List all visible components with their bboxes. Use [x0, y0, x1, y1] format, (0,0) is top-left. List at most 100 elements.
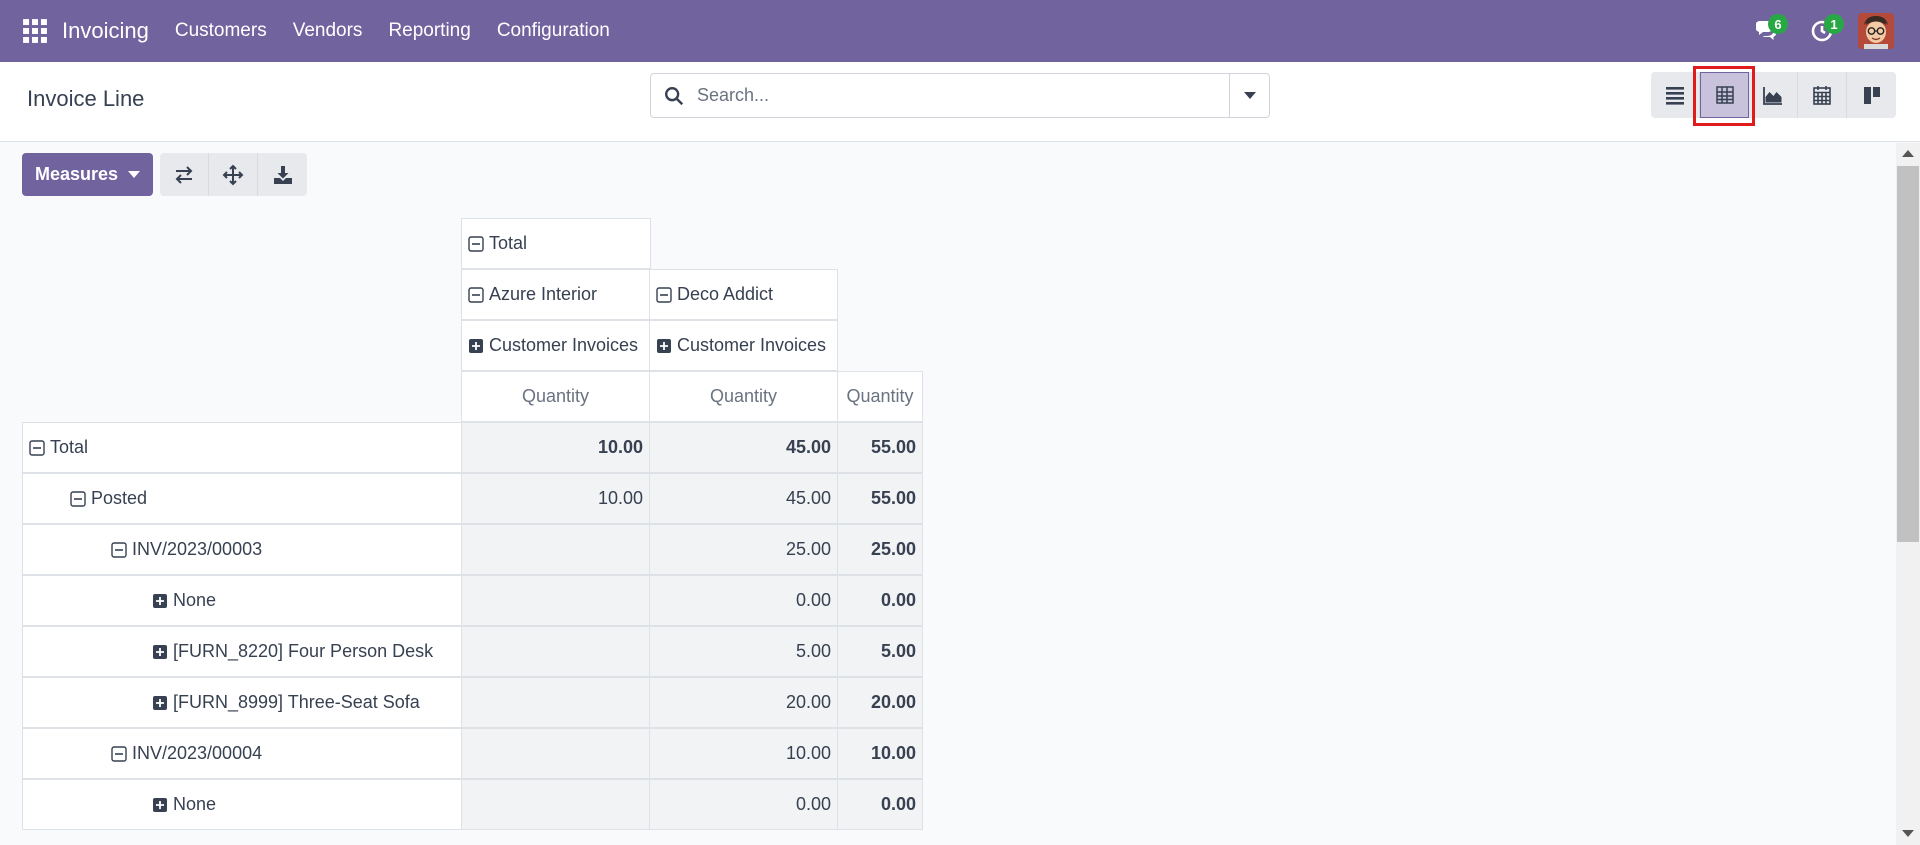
calendar-view-icon [1813, 86, 1831, 105]
collapse-icon [656, 286, 672, 303]
search-bar [650, 73, 1270, 118]
row-header[interactable]: Posted [22, 473, 462, 524]
cell-row-total[interactable]: 20.00 [837, 677, 923, 728]
download-xlsx-button[interactable] [258, 153, 307, 196]
menu-reporting[interactable]: Reporting [388, 20, 470, 42]
cell-deco-addict[interactable]: 0.00 [649, 779, 838, 830]
measures-dropdown-button[interactable]: Measures [22, 153, 153, 196]
page-title: Invoice Line [27, 86, 145, 111]
expand-all-icon [222, 164, 244, 185]
collapse-icon [111, 745, 127, 762]
search-icon [651, 74, 697, 117]
row-header[interactable]: None [22, 779, 462, 830]
cell-azure-interior[interactable] [461, 677, 650, 728]
activities-badge: 1 [1824, 14, 1844, 34]
flip-axis-icon [175, 165, 193, 184]
menu-configuration[interactable]: Configuration [497, 20, 610, 42]
collapse-icon [29, 439, 45, 456]
cell-deco-addict[interactable]: 20.00 [649, 677, 838, 728]
col-header-customer-invoices-azure[interactable]: Customer Invoices [461, 320, 650, 371]
scroll-up-arrow[interactable] [1902, 150, 1914, 157]
cell-row-total[interactable]: 25.00 [837, 524, 923, 575]
row-header-label: Posted [91, 488, 148, 508]
flip-axis-button[interactable] [160, 153, 209, 196]
pivot-view-button[interactable] [1700, 72, 1749, 118]
cell-azure-interior[interactable] [461, 626, 650, 677]
app-brand[interactable]: Invoicing [62, 18, 149, 44]
expand-icon [152, 797, 168, 813]
measure-header-quantity[interactable]: Quantity [649, 371, 838, 422]
cell-deco-addict[interactable]: 45.00 [649, 473, 838, 524]
cell-azure-interior[interactable]: 10.00 [461, 422, 650, 473]
scrollbar-thumb[interactable] [1897, 166, 1919, 542]
cell-azure-interior[interactable] [461, 728, 650, 779]
expand-icon [468, 338, 484, 354]
list-view-button[interactable] [1651, 72, 1700, 118]
scroll-down-arrow[interactable] [1902, 830, 1914, 837]
cell-azure-interior[interactable] [461, 575, 650, 626]
expand-all-button[interactable] [209, 153, 258, 196]
pivot-tools [160, 153, 307, 196]
calendar-view-button[interactable] [1798, 72, 1847, 118]
col-header-azure-interior[interactable]: Azure Interior [461, 269, 650, 320]
download-icon [273, 165, 292, 184]
row-header[interactable]: Total [22, 422, 462, 473]
caret-down-icon [1243, 91, 1256, 99]
row-header[interactable]: INV/2023/00003 [22, 524, 462, 575]
collapse-icon [468, 286, 484, 303]
collapse-icon [70, 490, 86, 507]
cell-row-total[interactable]: 55.00 [837, 473, 923, 524]
menu-vendors[interactable]: Vendors [293, 20, 363, 42]
row-header[interactable]: INV/2023/00004 [22, 728, 462, 779]
apps-grid-icon[interactable] [18, 14, 52, 48]
row-header-label: INV/2023/00003 [132, 539, 263, 559]
pivot-view-icon [1715, 86, 1734, 104]
col-header-deco-addict[interactable]: Deco Addict [649, 269, 838, 320]
expand-icon [152, 695, 168, 711]
search-input[interactable] [697, 75, 1229, 116]
row-header-label: [FURN_8999] Three-Seat Sofa [173, 692, 420, 712]
cell-deco-addict[interactable]: 45.00 [649, 422, 838, 473]
cell-azure-interior[interactable] [461, 524, 650, 575]
row-header-label: None [173, 590, 217, 610]
row-header-label: INV/2023/00004 [132, 743, 263, 763]
cell-deco-addict[interactable]: 0.00 [649, 575, 838, 626]
top-navbar: Invoicing Customers Vendors Reporting Co… [0, 0, 1920, 62]
cell-deco-addict[interactable]: 5.00 [649, 626, 838, 677]
messages-badge: 6 [1768, 14, 1788, 34]
col-header-total[interactable]: Total [461, 218, 651, 269]
graph-view-icon [1763, 87, 1782, 105]
row-header-label: [FURN_8220] Four Person Desk [173, 641, 434, 661]
row-header[interactable]: [FURN_8220] Four Person Desk [22, 626, 462, 677]
cell-azure-interior[interactable]: 10.00 [461, 473, 650, 524]
cell-row-total[interactable]: 5.00 [837, 626, 923, 677]
graph-view-button[interactable] [1749, 72, 1798, 118]
cell-deco-addict[interactable]: 10.00 [649, 728, 838, 779]
menu-customers[interactable]: Customers [175, 20, 267, 42]
search-options-toggle[interactable] [1229, 74, 1269, 117]
kanban-view-icon [1863, 87, 1880, 104]
activities-button[interactable]: 1 [1802, 11, 1844, 51]
row-header[interactable]: None [22, 575, 462, 626]
caret-down-icon [128, 171, 141, 178]
measure-header-quantity-total[interactable]: Quantity [837, 371, 923, 422]
list-view-icon [1666, 87, 1684, 105]
row-header[interactable]: [FURN_8999] Three-Seat Sofa [22, 677, 462, 728]
cell-row-total[interactable]: 0.00 [837, 575, 923, 626]
row-header-label: None [173, 794, 217, 814]
cell-row-total[interactable]: 10.00 [837, 728, 923, 779]
cell-azure-interior[interactable] [461, 779, 650, 830]
messages-button[interactable]: 6 [1746, 11, 1788, 51]
cell-deco-addict[interactable]: 25.00 [649, 524, 838, 575]
row-header-label: Total [50, 437, 89, 457]
kanban-view-button[interactable] [1847, 72, 1896, 118]
col-header-customer-invoices-deco[interactable]: Customer Invoices [649, 320, 838, 371]
measure-header-quantity[interactable]: Quantity [461, 371, 650, 422]
collapse-icon [111, 541, 127, 558]
cell-row-total[interactable]: 0.00 [837, 779, 923, 830]
cell-row-total[interactable]: 55.00 [837, 422, 923, 473]
expand-icon [656, 338, 672, 354]
collapse-icon [468, 235, 484, 252]
expand-icon [152, 593, 168, 609]
user-avatar[interactable] [1858, 13, 1894, 49]
